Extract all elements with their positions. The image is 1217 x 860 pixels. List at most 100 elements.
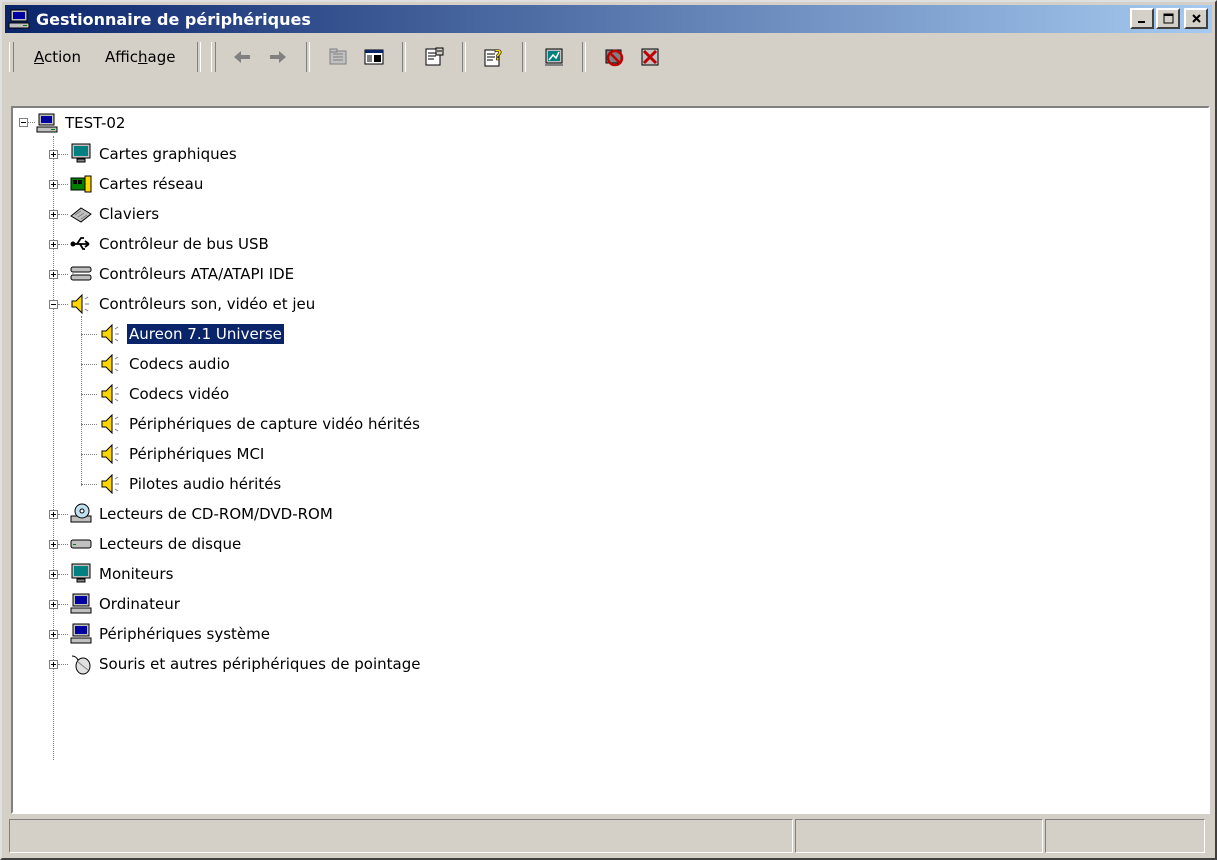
uninstall-device-icon [641,48,659,66]
expand-toggle[interactable] [49,540,58,549]
cdrom-icon [70,503,92,523]
scan-hardware-icon [545,48,564,66]
help-icon: ? [484,48,503,67]
expand-toggle[interactable] [49,510,58,519]
tree-category-ata-atapi[interactable]: Contrôleurs ATA/ATAPI IDE [69,260,296,288]
computer-icon [8,9,30,29]
toolbar-separator [402,42,407,72]
network-card-icon [70,175,92,193]
close-icon [1191,14,1201,23]
expand-toggle[interactable] [49,270,58,279]
properties-button[interactable] [418,43,450,71]
tree-device-codecs-video[interactable]: Codecs vidéo [99,380,231,408]
tree-device-aureon[interactable]: Aureon 7.1 Universe [99,320,285,348]
disable-device-icon [605,49,624,67]
speaker-icon [101,353,119,375]
tree-connector [58,274,68,275]
forward-arrow-icon [270,51,287,63]
svg-text:?: ? [494,48,502,64]
toolbar: Action Affichage ? [5,38,1214,102]
toolbar-separator [306,42,311,72]
computer-icon [70,623,92,644]
uninstall-device-button[interactable] [634,43,666,71]
tree-category-ordinateur[interactable]: Ordinateur [69,590,182,618]
tree-connector [81,454,97,455]
window-title: Gestionnaire de périphériques [36,9,311,29]
tree-category-peripheriques-systeme[interactable]: Périphériques système [69,620,272,648]
monitor-icon [71,143,91,163]
monitor-icon [71,563,91,583]
tree-category-souris[interactable]: Souris et autres périphériques de pointa… [69,650,422,678]
tree-connector [58,544,68,545]
tree-connector [58,214,68,215]
tree-connector [28,122,35,123]
tree-connector [81,334,97,335]
maximize-button[interactable] [1156,8,1180,29]
expand-toggle[interactable] [49,630,58,639]
expand-toggle[interactable] [49,150,58,159]
up-one-level-button[interactable] [322,43,354,71]
tree-category-claviers[interactable]: Claviers [69,200,161,228]
title-bar[interactable]: Gestionnaire de périphériques [5,5,1212,33]
tree-connector [58,184,68,185]
back-arrow-icon [234,51,251,63]
status-panel-3 [1045,819,1205,853]
tree-device-capture-video[interactable]: Périphériques de capture vidéo hérités [99,410,422,438]
tree-category-cdrom[interactable]: Lecteurs de CD-ROM/DVD-ROM [69,500,335,528]
menu-action[interactable]: Action [22,44,93,70]
tree-category-usb[interactable]: Contrôleur de bus USB [69,230,271,258]
expand-toggle[interactable] [49,600,58,609]
minimize-icon [1138,20,1145,23]
expand-toggle[interactable] [49,180,58,189]
properties-icon [425,47,444,66]
expand-toggle[interactable] [49,210,58,219]
forward-button[interactable] [262,43,294,71]
expand-toggle[interactable] [49,240,58,249]
tree-category-cartes-reseau[interactable]: Cartes réseau [69,170,205,198]
close-button[interactable] [1184,8,1208,29]
tree-connector [81,484,97,485]
speaker-icon [101,383,119,405]
ide-controller-icon [70,266,92,281]
show-hide-console-tree-button[interactable] [358,43,390,71]
help-button[interactable]: ? [478,43,510,71]
root-collapse-toggle[interactable] [19,118,28,127]
tree-root-label: TEST-02 [65,114,126,132]
collapse-toggle[interactable] [49,300,58,309]
status-bar [9,819,1212,853]
tree-category-moniteurs[interactable]: Moniteurs [69,560,175,588]
disk-drive-icon [70,539,92,549]
device-tree[interactable]: TEST-02 Cartes graphiques Cartes réseau [11,106,1210,814]
tree-connector [58,634,68,635]
tree-root-test-02[interactable]: TEST-02 [35,109,127,137]
mouse-icon [71,655,91,675]
speaker-icon [71,293,89,315]
back-button[interactable] [226,43,258,71]
tree-device-codecs-audio[interactable]: Codecs audio [99,350,232,378]
selected-device-label: Aureon 7.1 Universe [126,323,285,345]
computer-icon [36,113,58,133]
device-manager-window: Gestionnaire de périphériques Action Aff… [0,0,1217,860]
speaker-icon [101,473,119,495]
toolbar-separator [582,42,587,72]
tree-device-pilotes-audio[interactable]: Pilotes audio hérités [99,470,283,498]
toolbar-grip[interactable] [9,42,14,72]
tree-connector [58,664,68,665]
speaker-icon [101,323,119,345]
tree-category-son-video-jeu[interactable]: Contrôleurs son, vidéo et jeu [69,290,317,318]
maximize-icon [1163,13,1173,24]
minimize-button[interactable] [1130,8,1154,29]
tree-device-mci[interactable]: Périphériques MCI [99,440,266,468]
disable-device-button[interactable] [598,43,630,71]
tree-connector [58,604,68,605]
tree-category-cartes-graphiques[interactable]: Cartes graphiques [69,140,239,168]
menu-affichage[interactable]: Affichage [93,44,187,70]
tree-connector [58,514,68,515]
tree-connector [58,304,68,305]
toolbar-grip[interactable] [211,42,217,72]
toolbar-separator [522,42,527,72]
expand-toggle[interactable] [49,570,58,579]
scan-hardware-button[interactable] [538,43,570,71]
tree-category-disques[interactable]: Lecteurs de disque [69,530,243,558]
expand-toggle[interactable] [49,660,58,669]
